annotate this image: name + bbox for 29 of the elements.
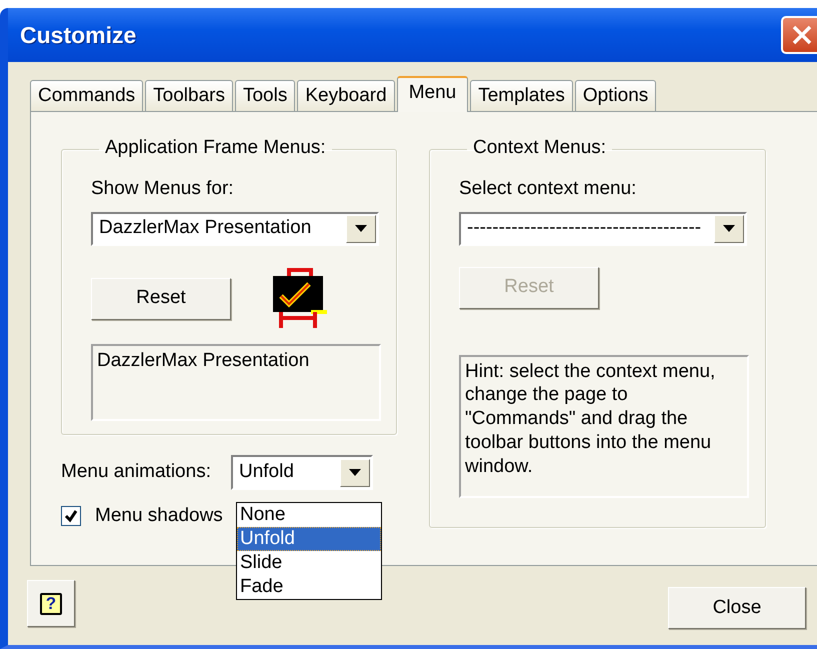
tab[interactable]: Tools <box>234 80 296 111</box>
description-box: DazzlerMax Presentation <box>91 344 381 420</box>
tab[interactable]: Commands <box>30 80 144 111</box>
tab[interactable]: Menu <box>396 76 468 112</box>
window-title: Customize <box>20 20 136 50</box>
group-title: Context Menus: <box>472 138 608 157</box>
hint-text: Hint: select the context menu, change the page to "Commands" and drag the toolbar buttons into the menu window. <box>459 354 749 498</box>
tab[interactable]: Options <box>574 80 656 111</box>
dropdown-option[interactable]: None <box>237 503 381 527</box>
group-title: Application Frame Menus: <box>104 138 327 157</box>
field-label: Show Menus for: <box>91 177 235 201</box>
checkbox[interactable] <box>61 506 81 526</box>
tab[interactable]: Keyboard <box>297 80 395 111</box>
presentation-board-icon <box>271 268 329 330</box>
field-label: Select context menu: <box>459 177 638 201</box>
help-button[interactable]: ? <box>27 580 75 627</box>
context-menu-dropdown[interactable]: ------------------------------------- <box>459 212 747 246</box>
dropdown-option[interactable]: Fade <box>237 575 381 599</box>
show-menus-dropdown[interactable]: DazzlerMax Presentation <box>91 212 379 246</box>
close-icon[interactable] <box>781 16 817 54</box>
tab[interactable]: Templates <box>470 80 573 111</box>
menu-animations-dropdown[interactable]: Unfold <box>230 455 373 490</box>
checkbox-label: Menu shadows <box>95 504 223 528</box>
reset-button[interactable]: Reset <box>91 278 231 320</box>
dropdown-option[interactable]: Slide <box>237 551 381 575</box>
close-button[interactable]: Close <box>668 587 806 629</box>
dropdown-option[interactable]: Unfold <box>237 527 381 551</box>
field-label: Menu animations: <box>61 460 211 484</box>
tab[interactable]: Toolbars <box>145 80 233 111</box>
